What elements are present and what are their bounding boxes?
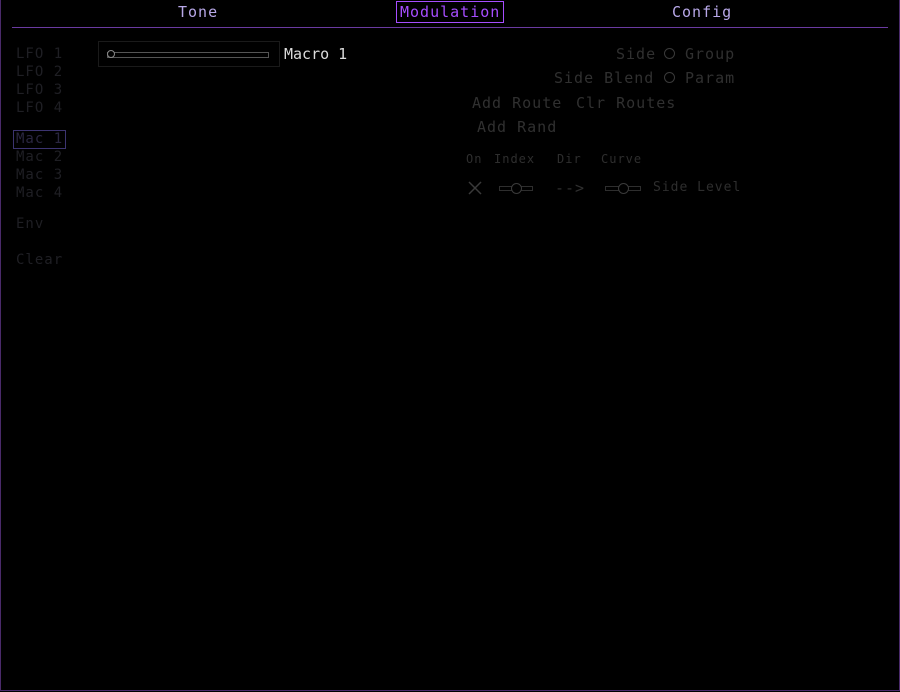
route-target-label: Side Level [653, 180, 742, 195]
sidebar-item-mac-2[interactable]: Mac 2 [16, 149, 63, 166]
sidebar-item-lfo-4[interactable]: LFO 4 [16, 100, 63, 117]
top-tab-bar: Tone Modulation Config [0, 0, 900, 28]
sidebar-item-lfo-3[interactable]: LFO 3 [16, 82, 63, 99]
header-dir: Dir [557, 152, 582, 166]
header-curve: Curve [601, 152, 643, 166]
side-blend-param-radio[interactable] [664, 72, 675, 83]
route-index-slider[interactable] [499, 183, 533, 194]
add-rand-button[interactable]: Add Rand [477, 118, 557, 136]
add-route-button[interactable]: Add Route [472, 94, 562, 112]
route-index-knob[interactable] [510, 183, 522, 194]
route-direction-toggle[interactable]: --> [555, 179, 585, 197]
tab-divider [12, 27, 888, 28]
sidebar-item-lfo-1[interactable]: LFO 1 [16, 46, 63, 63]
side-group-radio[interactable] [664, 48, 675, 59]
tab-tone[interactable]: Tone [178, 2, 218, 22]
clr-routes-button[interactable]: Clr Routes [576, 94, 676, 112]
tab-modulation[interactable]: Modulation [396, 1, 505, 23]
side-label: Side [616, 45, 657, 63]
tab-config[interactable]: Config [672, 2, 732, 22]
macro-slider[interactable] [98, 41, 280, 67]
macro-label: Macro 1 [284, 45, 348, 63]
route-curve-knob[interactable] [617, 183, 629, 194]
window-frame [0, 0, 900, 691]
sidebar-item-lfo-2[interactable]: LFO 2 [16, 64, 63, 81]
macro-slider-track [107, 52, 269, 58]
side-blend-label: Side Blend [554, 69, 655, 87]
x-icon[interactable] [467, 180, 483, 196]
route-curve-slider[interactable] [605, 183, 641, 194]
header-index: Index [494, 152, 536, 166]
group-label: Group [685, 45, 736, 63]
sidebar-clear-button[interactable]: Clear [16, 252, 63, 269]
sidebar-item-mac-1[interactable]: Mac 1 [13, 130, 67, 149]
param-label: Param [685, 69, 736, 87]
sidebar-item-mac-3[interactable]: Mac 3 [16, 167, 63, 184]
sidebar-item-env[interactable]: Env [16, 216, 44, 233]
header-on: On [466, 152, 483, 166]
tab-modulation-label: Modulation [400, 3, 501, 21]
sidebar-item-mac-4[interactable]: Mac 4 [16, 185, 63, 202]
macro-slider-knob[interactable] [107, 50, 115, 58]
